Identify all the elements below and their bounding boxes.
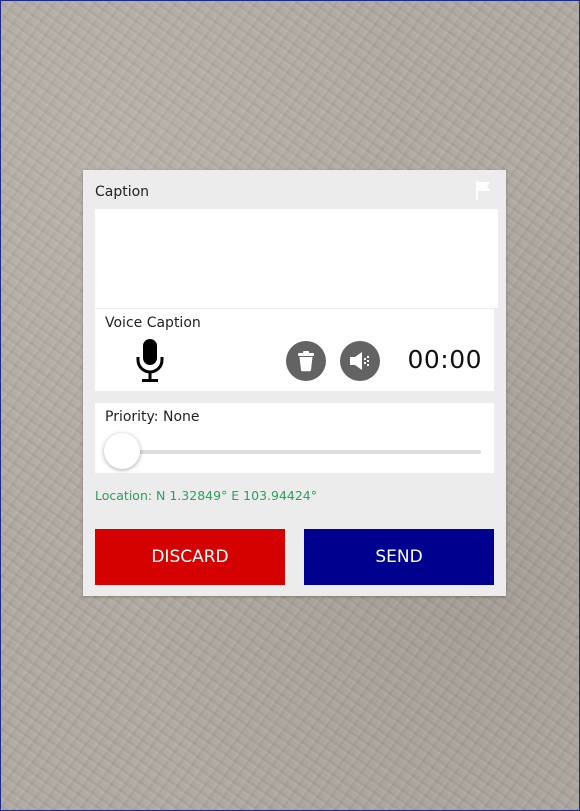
wall-background: Caption Voice Caption 00:00 Priority: No… — [0, 0, 580, 811]
speaker-icon — [350, 352, 369, 370]
play-recording-button[interactable] — [340, 341, 380, 381]
caption-input[interactable] — [95, 209, 498, 308]
caption-dialog: Caption Voice Caption 00:00 Priority: No… — [83, 170, 506, 596]
microphone-icon[interactable] — [135, 339, 165, 385]
discard-button[interactable]: DISCARD — [95, 529, 285, 585]
priority-slider-track[interactable] — [109, 450, 481, 454]
trash-icon — [298, 351, 314, 372]
priority-label: Priority: None — [105, 409, 200, 425]
send-button[interactable]: SEND — [304, 529, 494, 585]
recording-timer: 00:00 — [407, 345, 482, 374]
priority-panel: Priority: None — [95, 403, 494, 473]
caption-label: Caption — [95, 184, 150, 200]
location-text: Location: N 1.32849° E 103.94424° — [95, 488, 318, 503]
voice-caption-panel: Voice Caption 00:00 — [95, 309, 494, 391]
flag-icon[interactable] — [472, 178, 496, 202]
voice-caption-label: Voice Caption — [105, 315, 201, 331]
delete-recording-button[interactable] — [286, 341, 326, 381]
priority-slider-thumb[interactable] — [104, 433, 140, 469]
